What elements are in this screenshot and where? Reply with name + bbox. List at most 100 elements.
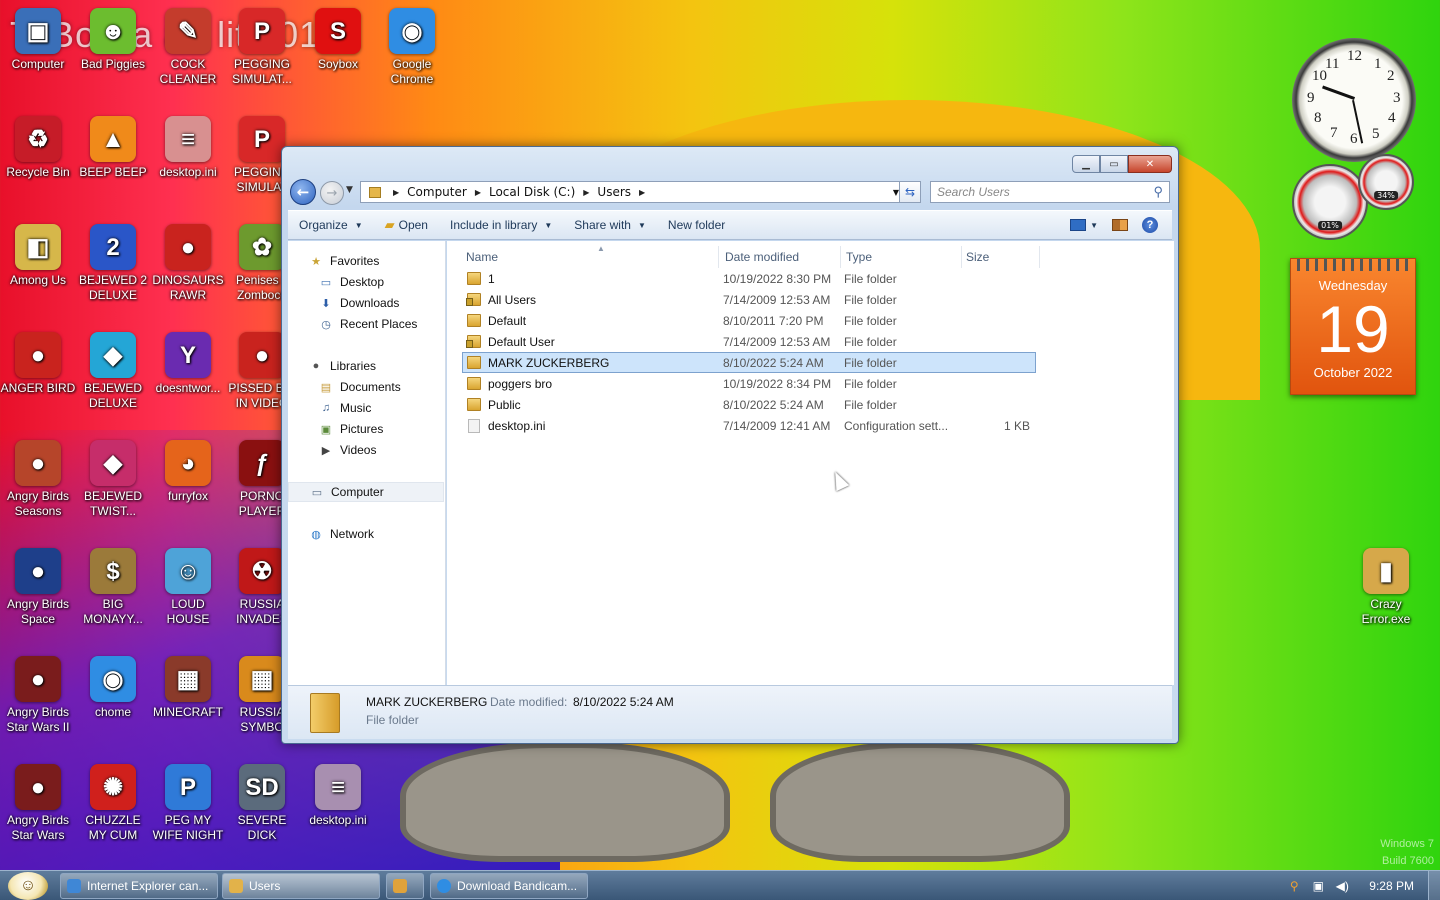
- desktop-icon-item[interactable]: P PEG MY WIFE NIGHT: [150, 764, 226, 843]
- nav-music[interactable]: ♫ Music: [288, 398, 444, 418]
- minimize-button[interactable]: ▁: [1072, 155, 1100, 173]
- column-header-date[interactable]: Date modified: [721, 246, 841, 268]
- file-row[interactable]: Public 8/10/2022 5:24 AM File folder: [462, 394, 1036, 415]
- desktop-icon-item[interactable]: ◕ furryfox: [150, 440, 226, 504]
- taskbar-button-users[interactable]: Users: [222, 873, 380, 899]
- nav-libraries[interactable]: ● Libraries: [288, 356, 444, 376]
- desktop-icon-item[interactable]: Ydoesntwor...: [150, 332, 226, 396]
- nav-videos[interactable]: ▶ Videos: [288, 440, 444, 460]
- search-icon[interactable]: ⚲: [1287, 879, 1301, 893]
- desktop-icon-item[interactable]: ☺ LOUD HOUSE: [150, 548, 226, 627]
- breadcrumb-computer[interactable]: Computer: [407, 185, 467, 199]
- share-with-button[interactable]: Share with ▼: [563, 218, 657, 232]
- address-bar[interactable]: ▶ Computer ▶ Local Disk (C:) ▶ Users ▶ ▼: [360, 181, 904, 203]
- change-view-icon[interactable]: [1070, 219, 1087, 231]
- file-row[interactable]: Default 8/10/2011 7:20 PM File folder: [462, 310, 1036, 331]
- file-name: Default User: [488, 334, 555, 349]
- desktop-icon-item[interactable]: ● Angry Birds Space: [0, 548, 76, 627]
- breadcrumb-users[interactable]: Users: [597, 185, 631, 199]
- desktop-icon-item[interactable]: ● ANGER BIRD: [0, 332, 76, 396]
- breadcrumb-separator-icon[interactable]: ▶: [583, 188, 589, 197]
- firefox-icon: ◕: [165, 440, 211, 486]
- desktop-icon-item[interactable]: ▣ Computer: [0, 8, 76, 72]
- volume-icon[interactable]: ◀): [1335, 879, 1349, 893]
- desktop-icon-item[interactable]: $ BIG MONAYY...: [75, 548, 151, 627]
- desktop-icon-item[interactable]: ≡ desktop.ini: [300, 764, 376, 828]
- forward-button[interactable]: →: [320, 181, 344, 205]
- network-icon[interactable]: ▣: [1311, 879, 1325, 893]
- column-header-name[interactable]: Name ▲: [462, 244, 719, 268]
- nav-recent-places[interactable]: ◷ Recent Places: [288, 314, 444, 334]
- desktop-icon-item[interactable]: ● Angry Birds Star Wars: [0, 764, 76, 843]
- cpu-meter-gadget[interactable]: 01%: [1292, 164, 1368, 240]
- taskbar-button-internet-explorer[interactable]: Internet Explorer can...: [60, 873, 218, 899]
- nav-pictures[interactable]: ▣ Pictures: [288, 419, 444, 439]
- chevron-down-icon[interactable]: ▼: [1090, 221, 1098, 230]
- clock-gadget[interactable]: 12 1 2 3 4 5 6 7 8 9 10 11: [1292, 38, 1416, 162]
- memory-meter-gadget[interactable]: 34%: [1358, 154, 1414, 210]
- desktop-icon-item[interactable]: ● DINOSAURS RAWR: [150, 224, 226, 303]
- show-desktop-button[interactable]: [1428, 871, 1440, 900]
- desktop-icon-item[interactable]: SD SEVERE DICK: [224, 764, 300, 843]
- desktop-icon-item[interactable]: ● Angry Birds Seasons: [0, 440, 76, 519]
- desktop-icon-item[interactable]: ◆ BEJEWED TWIST...: [75, 440, 151, 519]
- column-header-size[interactable]: Size: [962, 246, 1040, 268]
- nav-documents[interactable]: ▤ Documents: [288, 377, 444, 397]
- memory-percent: 34%: [1374, 191, 1398, 200]
- close-button[interactable]: ✕: [1128, 155, 1172, 173]
- search-input[interactable]: Search Users ⚲: [930, 181, 1170, 203]
- file-row[interactable]: 1 10/19/2022 8:30 PM File folder: [462, 268, 1036, 289]
- file-row[interactable]: desktop.ini 7/14/2009 12:41 AM Configurati…: [462, 415, 1036, 436]
- desktop-icon-item[interactable]: ♻ Recycle Bin: [0, 116, 76, 180]
- nav-desktop[interactable]: ▭ Desktop: [288, 272, 444, 292]
- taskbar-button-chrome[interactable]: Download Bandicam...: [430, 873, 588, 899]
- file-row[interactable]: poggers bro 10/19/2022 8:34 PM File folder: [462, 373, 1036, 394]
- desktop-icon-item[interactable]: ≡ desktop.ini: [150, 116, 226, 180]
- recent-pages-dropdown[interactable]: ▼: [346, 185, 353, 195]
- desktop-icon-item[interactable]: 2 BEJEWED 2 DELUXE: [75, 224, 151, 303]
- desktop-icon-item[interactable]: ▦ MINECRAFT: [150, 656, 226, 720]
- breadcrumb-local-disk[interactable]: Local Disk (C:): [489, 185, 575, 199]
- desktop-icon-item[interactable]: ✎ COCK CLEANER: [150, 8, 226, 87]
- nav-network[interactable]: ◍ Network: [288, 524, 444, 544]
- breadcrumb-separator-icon[interactable]: ▶: [475, 188, 481, 197]
- desktop-icon-item[interactable]: ● Angry Birds Star Wars II: [0, 656, 76, 735]
- maximize-button[interactable]: ▭: [1100, 155, 1128, 173]
- help-icon[interactable]: ?: [1142, 217, 1158, 233]
- organize-button[interactable]: Organize ▼: [288, 218, 374, 232]
- folder-icon: [229, 879, 243, 893]
- desktop-icon-label: desktop.ini: [309, 813, 367, 827]
- nav-favorites[interactable]: ★ Favorites: [288, 251, 444, 271]
- file-row[interactable]: Default User 7/14/2009 12:53 AM File folde…: [462, 331, 1036, 352]
- include-in-library-button[interactable]: Include in library ▼: [439, 218, 563, 232]
- nav-label: Videos: [340, 443, 377, 457]
- desktop-icon-item[interactable]: ▮ Crazy Error.exe: [1348, 548, 1424, 627]
- desktop-icon-item[interactable]: ✺ CHUZZLE MY CUM: [75, 764, 151, 843]
- breadcrumb-separator-icon[interactable]: ▶: [639, 188, 645, 197]
- file-row[interactable]: All Users 7/14/2009 12:53 AM File folder: [462, 289, 1036, 310]
- desktop-icon-item[interactable]: ◆ BEJEWED DELUXE: [75, 332, 151, 411]
- search-icon[interactable]: ⚲: [1153, 184, 1163, 200]
- nav-downloads[interactable]: ⬇ Downloads: [288, 293, 444, 313]
- refresh-button[interactable]: ⇆: [899, 181, 921, 203]
- desktop-icon-item[interactable]: ◉ Google Chrome: [374, 8, 450, 87]
- desktop-icon-item[interactable]: ◧ Among Us: [0, 224, 76, 288]
- column-header-type[interactable]: Type: [842, 246, 962, 268]
- calendar-gadget[interactable]: Wednesday 19 October 2022: [1290, 258, 1416, 395]
- desktop-icon-item[interactable]: S Soybox: [300, 8, 376, 72]
- desktop-icon-item[interactable]: P PEGGING SIMULAT...: [224, 8, 300, 87]
- tray-clock[interactable]: 9:28 PM: [1369, 879, 1414, 893]
- preview-pane-icon[interactable]: [1112, 219, 1128, 231]
- back-button[interactable]: ←: [290, 179, 316, 205]
- desktop-icon-item[interactable]: ◉ chome: [75, 656, 151, 720]
- explorer-window[interactable]: ▁ ▭ ✕ ← → ▼ ▶ Computer ▶ Local Disk (C:)…: [281, 146, 1179, 744]
- taskbar-button-media[interactable]: [386, 873, 424, 899]
- open-button[interactable]: ▰ Open: [374, 217, 439, 233]
- file-row[interactable]: MARK ZUCKERBERG 8/10/2022 5:24 AM File fol…: [462, 352, 1036, 373]
- nav-computer[interactable]: ▭ Computer: [288, 482, 444, 502]
- desktop-icon-item[interactable]: ☻ Bad Piggies: [75, 8, 151, 72]
- breadcrumb-separator-icon[interactable]: ▶: [393, 188, 399, 197]
- desktop-icon-item[interactable]: ▲ BEEP BEEP: [75, 116, 151, 180]
- start-button[interactable]: ☺: [8, 872, 48, 900]
- new-folder-button[interactable]: New folder: [657, 218, 736, 232]
